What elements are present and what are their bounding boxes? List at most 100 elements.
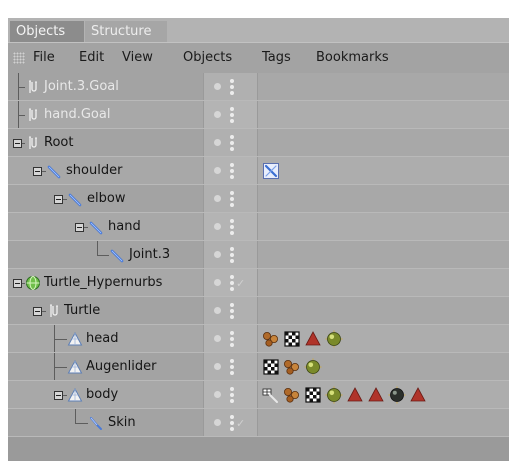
enabled-check-icon[interactable]: ✓ (236, 277, 245, 290)
tree-row[interactable]: Joint.3.Goal (8, 73, 509, 101)
name-cell[interactable]: Skin (8, 409, 203, 437)
layer-dot-icon[interactable] (214, 223, 221, 230)
visibility-dots-icon[interactable] (230, 191, 234, 207)
visibility-dots-icon[interactable] (230, 415, 234, 431)
layer-dot-icon[interactable] (214, 419, 221, 426)
selection-tag-icon[interactable] (346, 386, 364, 404)
menu-tags[interactable]: Tags (262, 43, 291, 73)
weight-tag-icon[interactable] (262, 386, 280, 404)
tree-row[interactable]: Augenlider (8, 353, 509, 381)
collapse-toggle-icon[interactable] (33, 307, 42, 316)
name-cell[interactable]: body (8, 381, 203, 409)
visibility-dots-icon[interactable] (230, 219, 234, 235)
layer-dot-icon[interactable] (214, 279, 221, 286)
tree-row[interactable]: hand (8, 213, 509, 241)
layer-dot-icon[interactable] (214, 139, 221, 146)
collapse-toggle-icon[interactable] (13, 139, 22, 148)
object-name[interactable]: Turtle (64, 297, 100, 325)
layer-dot-icon[interactable] (214, 167, 221, 174)
name-cell[interactable]: Joint.3 (8, 241, 203, 269)
menu-bookmarks[interactable]: Bookmarks (316, 43, 389, 73)
visibility-dots-icon[interactable] (230, 107, 234, 123)
name-cell[interactable]: elbow (8, 185, 203, 213)
name-cell[interactable]: hand (8, 213, 203, 241)
tree-row[interactable]: Turtle_Hypernurbs ✓ (8, 269, 509, 297)
collapse-toggle-icon[interactable] (54, 391, 63, 400)
texture-tag-icon[interactable] (283, 330, 301, 348)
tree-row[interactable]: head (8, 325, 509, 353)
tree-row[interactable]: Skin ✓ (8, 409, 509, 437)
menu-file[interactable]: File (33, 43, 55, 73)
material-tag-icon[interactable] (325, 330, 343, 348)
visibility-dots-icon[interactable] (230, 331, 234, 347)
tags-cell (258, 297, 509, 325)
ik-tag-icon[interactable] (262, 162, 280, 180)
collapse-toggle-icon[interactable] (33, 167, 42, 176)
visibility-dots-icon[interactable] (230, 163, 234, 179)
selection-tag-icon[interactable] (409, 386, 427, 404)
dark-material-tag-icon[interactable] (388, 386, 406, 404)
material-tag-icon[interactable] (304, 358, 322, 376)
tree-row[interactable]: hand.Goal (8, 101, 509, 129)
tree-row[interactable]: Root (8, 129, 509, 157)
object-name[interactable]: hand.Goal (44, 101, 110, 129)
collapse-toggle-icon[interactable] (75, 223, 84, 232)
visibility-dots-icon[interactable] (230, 135, 234, 151)
layer-dot-icon[interactable] (214, 83, 221, 90)
visibility-dots-icon[interactable] (230, 303, 234, 319)
object-name[interactable]: Joint.3 (129, 241, 170, 269)
object-name[interactable]: Turtle_Hypernurbs (44, 269, 162, 297)
object-name[interactable]: head (86, 325, 118, 353)
collapse-toggle-icon[interactable] (54, 195, 63, 204)
enabled-check-icon[interactable]: ✓ (236, 417, 245, 430)
tree-row[interactable]: Joint.3 (8, 241, 509, 269)
tree-row[interactable]: elbow (8, 185, 509, 213)
layer-dot-icon[interactable] (214, 195, 221, 202)
name-cell[interactable]: Turtle_Hypernurbs (8, 269, 203, 297)
layer-dot-icon[interactable] (214, 111, 221, 118)
tab-structure[interactable]: Structure (85, 21, 167, 42)
visibility-dots-icon[interactable] (230, 247, 234, 263)
selection-tag-icon[interactable] (367, 386, 385, 404)
object-name[interactable]: shoulder (66, 157, 122, 185)
visibility-dots-icon[interactable] (230, 359, 234, 375)
texture-tag-icon[interactable] (262, 358, 280, 376)
name-cell[interactable]: Augenlider (8, 353, 203, 381)
uvw-tag-icon[interactable] (283, 358, 301, 376)
layer-dot-icon[interactable] (214, 391, 221, 398)
object-name[interactable]: body (86, 381, 118, 409)
visibility-dots-icon[interactable] (230, 275, 234, 291)
layer-dot-icon[interactable] (214, 335, 221, 342)
layer-dot-icon[interactable] (214, 251, 221, 258)
object-name[interactable]: Root (44, 129, 73, 157)
tree-row[interactable]: body (8, 381, 509, 409)
name-cell[interactable]: Joint.3.Goal (8, 73, 203, 101)
name-cell[interactable]: hand.Goal (8, 101, 203, 129)
tab-objects[interactable]: Objects (10, 21, 84, 42)
name-cell[interactable]: shoulder (8, 157, 203, 185)
menu-objects[interactable]: Objects (183, 43, 232, 73)
uvw-tag-icon[interactable] (262, 330, 280, 348)
selection-tag-icon[interactable] (304, 330, 322, 348)
name-cell[interactable]: head (8, 325, 203, 353)
panel-grip-icon[interactable] (13, 52, 25, 64)
object-name[interactable]: Augenlider (86, 353, 156, 381)
menu-edit[interactable]: Edit (79, 43, 104, 73)
collapse-toggle-icon[interactable] (13, 279, 22, 288)
object-name[interactable]: Skin (108, 409, 136, 437)
layer-dot-icon[interactable] (214, 363, 221, 370)
tree-row[interactable]: Turtle (8, 297, 509, 325)
visibility-dots-icon[interactable] (230, 387, 234, 403)
uvw-tag-icon[interactable] (283, 386, 301, 404)
material-tag-icon[interactable] (325, 386, 343, 404)
object-name[interactable]: elbow (87, 185, 125, 213)
visibility-dots-icon[interactable] (230, 79, 234, 95)
layer-dot-icon[interactable] (214, 307, 221, 314)
name-cell[interactable]: Root (8, 129, 203, 157)
object-name[interactable]: Joint.3.Goal (44, 73, 119, 101)
object-name[interactable]: hand (108, 213, 141, 241)
texture-tag-icon[interactable] (304, 386, 322, 404)
menu-view[interactable]: View (122, 43, 153, 73)
tree-row[interactable]: shoulder (8, 157, 509, 185)
name-cell[interactable]: Turtle (8, 297, 203, 325)
